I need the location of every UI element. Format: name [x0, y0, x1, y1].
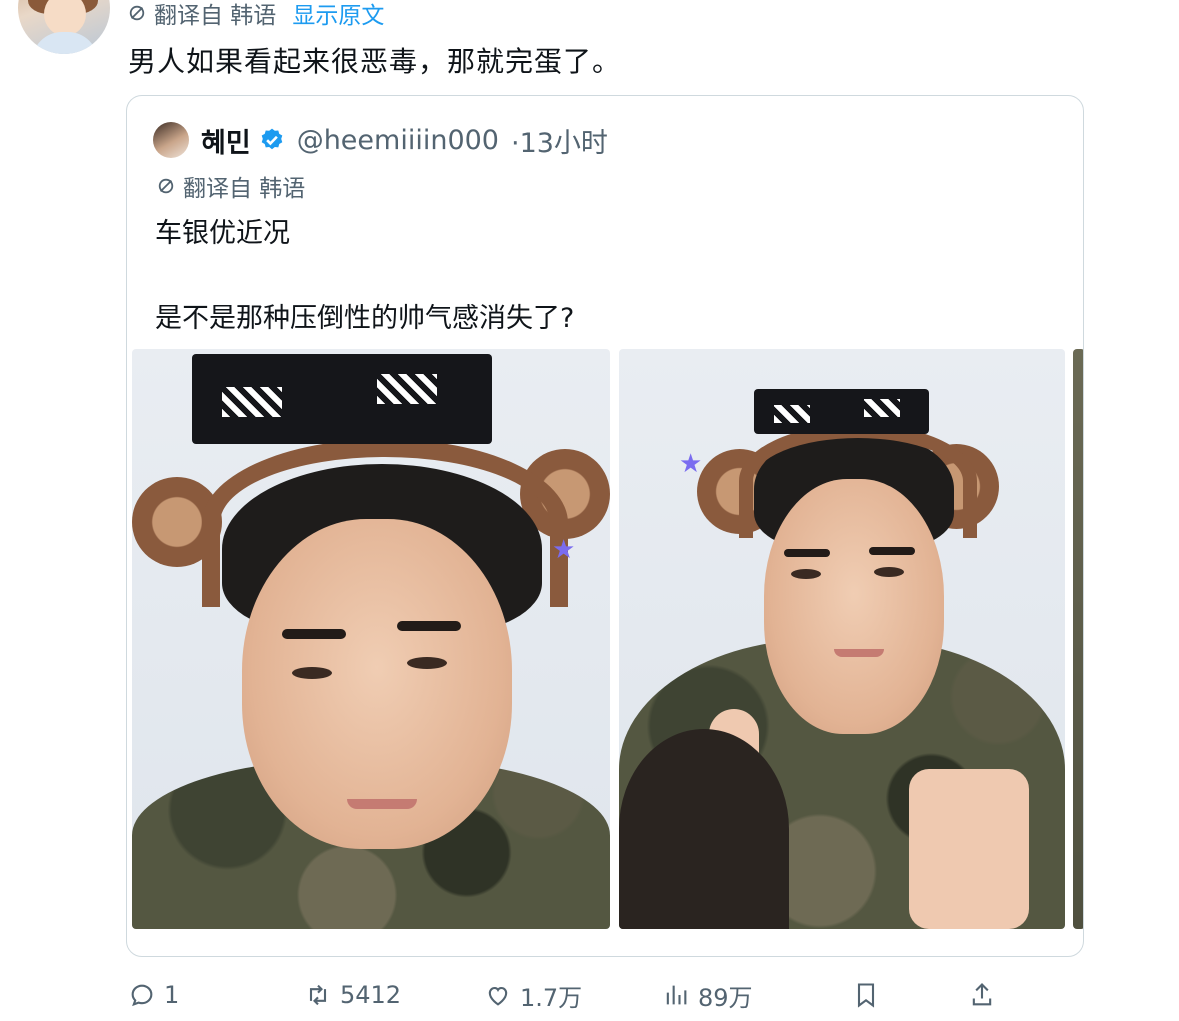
- tweet-text: 男人如果看起来很恶毒，那就完蛋了。: [128, 45, 622, 78]
- like-icon: [488, 986, 508, 1006]
- bookmark-button[interactable]: [852, 981, 968, 1009]
- retweet-button[interactable]: 5412: [304, 981, 484, 1009]
- quoted-translation-notice: 翻译自 韩语: [157, 170, 305, 202]
- pixel-lens-left: [222, 387, 282, 417]
- bookmark-icon: [857, 983, 875, 1008]
- photo-2[interactable]: ★: [619, 349, 1065, 929]
- translation-notice: 翻译自 韩语 显示原文: [128, 0, 384, 29]
- pixel-lens-left: [774, 405, 810, 423]
- views-icon: [666, 985, 687, 1005]
- mouth: [347, 799, 417, 809]
- headband: [739, 424, 977, 538]
- quoted-header: 혜민 @heemiiiin000 ·13小时: [153, 120, 608, 160]
- reply-count: 1: [164, 981, 180, 1009]
- author-avatar[interactable]: [18, 0, 110, 54]
- pixel-lens-right: [377, 374, 437, 404]
- retweet-icon: [309, 984, 327, 1006]
- peace-sign-hand: [909, 769, 1029, 929]
- photo-3-partial[interactable]: [1073, 349, 1083, 929]
- quoted-author-name[interactable]: 혜민: [201, 121, 251, 160]
- star-sticker: ★: [552, 535, 576, 565]
- photo-1[interactable]: ★: [132, 349, 610, 929]
- brow-left: [282, 629, 346, 639]
- verified-icon: [261, 128, 282, 150]
- eye-right: [407, 657, 447, 669]
- view-count: 89万: [698, 983, 753, 1012]
- share-button[interactable]: [968, 981, 996, 1009]
- quoted-timestamp[interactable]: ·13小时: [511, 121, 608, 160]
- translate-label: 翻译自 韩语: [154, 3, 277, 29]
- translate-icon: [129, 5, 145, 21]
- eye-left: [791, 569, 821, 579]
- quoted-text-line1: 车银优近况: [155, 218, 290, 249]
- reply-icon: [131, 984, 153, 1007]
- quoted-handle[interactable]: @heemiiiin000: [297, 125, 499, 156]
- mouth: [834, 649, 884, 657]
- brow-left: [784, 549, 830, 557]
- quoted-text-line2: 是不是那种压倒性的帅气感消失了?: [155, 303, 575, 334]
- show-original-link[interactable]: 显示原文: [292, 0, 384, 30]
- brow-right: [869, 547, 915, 555]
- foreground-head: [619, 729, 789, 929]
- retweet-count: 5412: [340, 981, 402, 1009]
- avatar-face: [44, 0, 86, 36]
- headband: [202, 439, 568, 607]
- like-count: 1.7万: [520, 983, 583, 1012]
- action-bar: 1 5412 1.7万 89万: [128, 975, 998, 1015]
- like-button[interactable]: 1.7万: [484, 978, 662, 1013]
- reply-button[interactable]: 1: [128, 981, 304, 1009]
- avatar-shirt: [32, 32, 98, 54]
- quoted-translate-label: 翻译自 韩语: [183, 176, 306, 202]
- views-button[interactable]: 89万: [662, 978, 852, 1013]
- pixel-lens-right: [864, 399, 900, 417]
- share-icon: [972, 983, 992, 1006]
- translate-icon: [158, 178, 174, 194]
- quoted-tweet[interactable]: 혜민 @heemiiiin000 ·13小时 翻译自 韩语 车银优近况 是不是那…: [126, 95, 1084, 957]
- eye-left: [292, 667, 332, 679]
- eye-right: [874, 567, 904, 577]
- star-sticker: ★: [679, 449, 703, 479]
- brow-right: [397, 621, 461, 631]
- quoted-avatar[interactable]: [153, 122, 189, 158]
